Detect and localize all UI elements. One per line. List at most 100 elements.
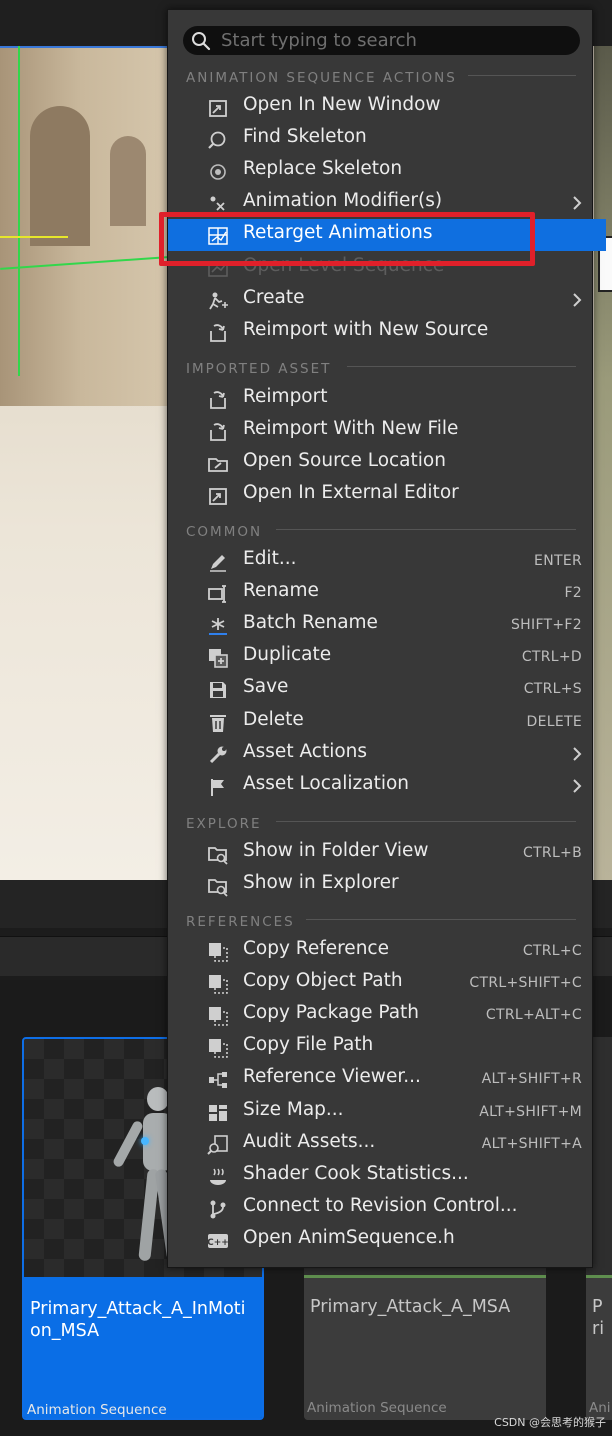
replace-skeleton-icon bbox=[210, 164, 226, 180]
menu-item-label: Batch Rename bbox=[243, 612, 378, 634]
folder-search-icon bbox=[208, 879, 228, 897]
menu-item-reimport[interactable]: Reimport bbox=[168, 383, 594, 415]
menu-item-label: Open AnimSequence.h bbox=[243, 1226, 455, 1248]
menu-item-open-in-external-editor[interactable]: Open In External Editor bbox=[168, 479, 594, 511]
section-header-common: COMMON bbox=[186, 521, 576, 540]
menu-item-shortcut: F2 bbox=[564, 585, 582, 602]
asset-name: Primary_Attack_A_InMotion_MSA bbox=[30, 1299, 246, 1341]
menu-item-connect-to-revision-control[interactable]: Connect to Revision Control... bbox=[168, 1192, 594, 1224]
chevron-right-icon bbox=[573, 292, 582, 307]
viewport-guide-blue bbox=[0, 46, 168, 48]
menu-item-show-in-folder-view[interactable]: Show in Folder View CTRL+B bbox=[168, 837, 594, 869]
menu-item-shortcut: ENTER bbox=[534, 553, 582, 569]
save-icon bbox=[210, 682, 226, 699]
external-editor-icon bbox=[209, 488, 227, 506]
menu-item-open-in-new-window[interactable]: Open In New Window bbox=[168, 91, 594, 123]
menu-item-label: Create bbox=[243, 286, 305, 308]
menu-item-rename[interactable]: Rename F2 bbox=[168, 577, 594, 609]
menu-item-label: Size Map... bbox=[243, 1098, 344, 1120]
menu-item-shortcut: ALT+SHIFT+R bbox=[481, 1071, 582, 1088]
copy-icon bbox=[209, 975, 228, 994]
menu-item-shortcut: CTRL+C bbox=[522, 943, 582, 959]
reimport-icon bbox=[210, 323, 226, 342]
menu-item-create[interactable]: Create bbox=[168, 284, 594, 316]
menu-item-reimport-with-new-source[interactable]: Reimport with New Source bbox=[168, 316, 594, 348]
menu-item-shortcut: SHIFT+F2 bbox=[511, 617, 582, 634]
menu-item-label: Show in Explorer bbox=[243, 872, 399, 894]
menu-item-shortcut: CTRL+B bbox=[523, 845, 582, 861]
flag-icon bbox=[211, 778, 224, 796]
menu-item-label: Copy Object Path bbox=[243, 970, 403, 992]
viewport-building bbox=[0, 46, 180, 406]
menu-item-asset-localization[interactable]: Asset Localization bbox=[168, 770, 594, 802]
menu-item-show-in-explorer[interactable]: Show in Explorer bbox=[168, 869, 594, 901]
edit-icon bbox=[210, 555, 226, 572]
menu-item-label: Save bbox=[243, 676, 289, 698]
cpp-file-icon: C++ bbox=[207, 1233, 229, 1248]
menu-item-audit-assets[interactable]: Audit Assets... ALT+SHIFT+A bbox=[168, 1128, 594, 1160]
menu-item-shortcut: CTRL+SHIFT+C bbox=[469, 975, 582, 992]
section-header-animation-sequence-actions: ANIMATION SEQUENCE ACTIONS bbox=[186, 67, 576, 86]
menu-item-label: Copy Reference bbox=[243, 938, 389, 959]
chevron-right-icon bbox=[573, 778, 582, 793]
asset-type: Animation Sequence bbox=[307, 1400, 447, 1416]
menu-item-copy-object-path[interactable]: Copy Object Path CTRL+SHIFT+C bbox=[168, 967, 594, 999]
chevron-right-icon bbox=[573, 746, 582, 761]
delete-icon bbox=[210, 714, 226, 732]
menu-item-label: Duplicate bbox=[243, 644, 332, 666]
annotation-highlight-box bbox=[159, 212, 535, 266]
search-box[interactable] bbox=[183, 26, 580, 55]
batch-rename-icon bbox=[209, 618, 227, 636]
menu-item-copy-reference[interactable]: Copy Reference CTRL+C bbox=[168, 935, 594, 967]
menu-item-label: Delete bbox=[243, 708, 304, 730]
create-icon bbox=[209, 292, 228, 310]
menu-item-size-map[interactable]: Size Map... ALT+SHIFT+M bbox=[168, 1096, 594, 1128]
find-skeleton-icon bbox=[208, 131, 226, 149]
menu-item-label: Reimport bbox=[243, 386, 328, 407]
reference-viewer-icon bbox=[209, 1072, 227, 1089]
menu-item-open-animsequence-h[interactable]: C++ Open AnimSequence.h bbox=[168, 1224, 594, 1256]
menu-item-reference-viewer[interactable]: Reference Viewer... ALT+SHIFT+R bbox=[168, 1063, 594, 1095]
asset-name: Pri bbox=[592, 1297, 605, 1339]
menu-item-shader-cook-statistics[interactable]: Shader Cook Statistics... bbox=[168, 1160, 594, 1192]
reimport-icon bbox=[210, 423, 226, 441]
menu-item-shortcut: CTRL+S bbox=[523, 681, 582, 698]
search-input[interactable] bbox=[221, 28, 571, 53]
menu-item-asset-actions[interactable]: Asset Actions bbox=[168, 738, 594, 770]
menu-item-shortcut: CTRL+D bbox=[521, 649, 582, 666]
menu-item-delete[interactable]: Delete DELETE bbox=[168, 706, 594, 738]
folder-open-icon bbox=[208, 458, 228, 473]
menu-item-reimport-with-new-file[interactable]: Reimport With New File bbox=[168, 415, 594, 447]
menu-item-replace-skeleton[interactable]: Replace Skeleton bbox=[168, 155, 594, 187]
viewport-plants bbox=[594, 46, 612, 880]
duplicate-icon bbox=[209, 649, 228, 669]
menu-item-copy-package-path[interactable]: Copy Package Path CTRL+ALT+C bbox=[168, 999, 594, 1031]
menu-item-shortcut: ALT+SHIFT+M bbox=[479, 1103, 582, 1120]
menu-item-label: Shader Cook Statistics... bbox=[243, 1162, 469, 1184]
menu-item-find-skeleton[interactable]: Find Skeleton bbox=[168, 123, 594, 155]
section-header-imported-asset: IMPORTED ASSET bbox=[186, 358, 576, 377]
menu-item-copy-file-path[interactable]: Copy File Path bbox=[168, 1031, 594, 1063]
menu-item-label: Reimport with New Source bbox=[243, 318, 489, 340]
svg-text:C++: C++ bbox=[207, 1238, 229, 1248]
size-map-icon bbox=[209, 1104, 227, 1121]
menu-item-label: Animation Modifier(s) bbox=[243, 190, 443, 212]
asset-context-menu: ANIMATION SEQUENCE ACTIONS Open In New W… bbox=[167, 9, 606, 1268]
revision-control-icon bbox=[210, 1200, 226, 1219]
menu-item-label: Asset Actions bbox=[243, 740, 368, 762]
audit-icon bbox=[207, 1134, 228, 1155]
menu-item-duplicate[interactable]: Duplicate CTRL+D bbox=[168, 641, 594, 673]
menu-item-label: Replace Skeleton bbox=[243, 158, 403, 180]
rename-icon bbox=[208, 585, 226, 603]
menu-item-label: Open In New Window bbox=[243, 94, 441, 115]
menu-item-label: Open In External Editor bbox=[243, 482, 459, 504]
asset-type: Animation Sequence bbox=[27, 1402, 167, 1418]
menu-item-batch-rename[interactable]: Batch Rename SHIFT+F2 bbox=[168, 609, 594, 641]
wrench-icon bbox=[209, 746, 227, 763]
menu-item-open-source-location[interactable]: Open Source Location bbox=[168, 447, 594, 479]
menu-item-label: Asset Localization bbox=[243, 772, 410, 794]
menu-item-edit[interactable]: Edit... ENTER bbox=[168, 545, 594, 577]
menu-item-save[interactable]: Save CTRL+S bbox=[168, 673, 594, 705]
watermark: CSDN @会思考的猴子 bbox=[494, 1416, 606, 1429]
copy-icon bbox=[209, 1039, 228, 1059]
